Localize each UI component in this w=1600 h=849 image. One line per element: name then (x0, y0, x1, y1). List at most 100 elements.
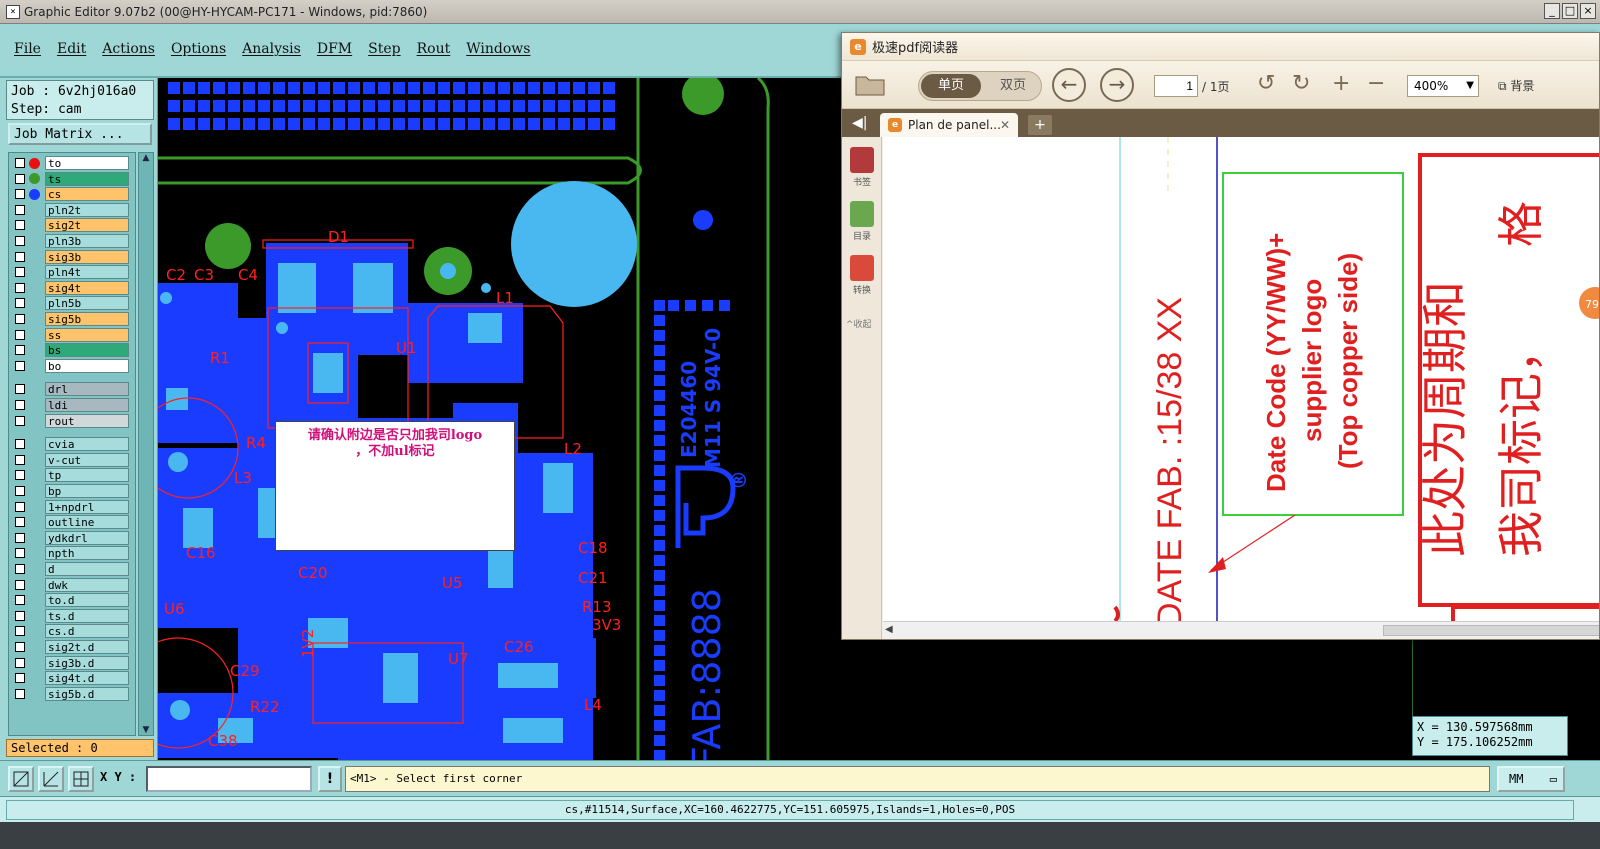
minimize-button[interactable]: _ (1544, 3, 1560, 19)
layer-checkbox[interactable] (15, 173, 25, 184)
layer-row-pln3b[interactable]: pln3b (11, 234, 133, 248)
document-tab[interactable]: e Plan de panel... ✕ (880, 113, 1018, 137)
layer-checkbox[interactable] (15, 642, 25, 652)
scroll-down-icon[interactable]: ▼ (140, 725, 152, 735)
layer-checkbox[interactable] (15, 673, 25, 684)
layer-row-v-cut[interactable]: v-cut (11, 452, 133, 467)
layer-checkbox[interactable] (15, 610, 25, 621)
layer-name[interactable]: outline (45, 515, 129, 530)
new-tab-button[interactable]: + (1028, 115, 1052, 135)
layer-checkbox[interactable] (15, 251, 25, 262)
page-number-input[interactable] (1154, 75, 1198, 97)
layer-row-sig2t.d[interactable]: sig2t.d (11, 640, 133, 654)
pdf-horizontal-scrollbar[interactable]: ◀ (883, 621, 1599, 639)
layer-checkbox[interactable] (15, 517, 25, 528)
rotate-right-icon[interactable]: ↻ (1292, 73, 1310, 95)
layer-row-bp[interactable]: bp (11, 484, 133, 498)
layer-row-sig2t[interactable]: sig2t (11, 218, 133, 233)
layer-row-tp[interactable]: tp (11, 468, 133, 483)
single-page-button[interactable]: 单页 (921, 74, 981, 98)
menu-windows[interactable]: Windows (466, 41, 530, 57)
layer-row-ydkdrl[interactable]: ydkdrl (11, 530, 133, 545)
rotate-left-icon[interactable]: ↺ (1257, 73, 1275, 95)
layer-checkbox[interactable] (15, 384, 25, 395)
tab-close-icon[interactable]: ✕ (1000, 113, 1010, 137)
scroll-thumb[interactable] (1383, 625, 1599, 636)
layer-name[interactable]: cs (45, 187, 129, 202)
bookmarks-button[interactable]: 书签 (846, 147, 878, 188)
layer-checkbox[interactable] (15, 329, 25, 340)
layer-row-1+npdrl[interactable]: 1+npdrl (11, 499, 133, 514)
measure-tool-button[interactable] (38, 766, 64, 792)
layer-name[interactable]: pln5b (45, 296, 129, 311)
menu-dfm[interactable]: DFM (317, 41, 352, 57)
layer-name[interactable]: drl (45, 382, 129, 397)
menu-file[interactable]: File (14, 41, 41, 57)
layer-row-rout[interactable]: rout (11, 413, 133, 428)
layer-row-ss[interactable]: ss (11, 327, 133, 342)
menu-options[interactable]: Options (171, 41, 226, 57)
layer-row-pln5b[interactable]: pln5b (11, 296, 133, 311)
layer-name[interactable]: sig4t (45, 280, 129, 295)
layer-checkbox[interactable] (15, 267, 25, 278)
layer-checkbox[interactable] (15, 470, 25, 481)
layer-name[interactable]: cvia (45, 437, 129, 452)
layer-row-sig3b.d[interactable]: sig3b.d (11, 655, 133, 670)
layer-name[interactable]: ldi (45, 398, 129, 412)
layer-row-cs[interactable]: cs (11, 187, 133, 202)
layer-name[interactable]: to (45, 156, 129, 170)
layer-row-sig4t[interactable]: sig4t (11, 280, 133, 295)
double-page-button[interactable]: 双页 (985, 74, 1041, 98)
layer-name[interactable]: bp (45, 484, 129, 498)
layer-row-bo[interactable]: bo (11, 358, 133, 373)
layer-checkbox[interactable] (15, 236, 25, 246)
layer-name[interactable]: bs (45, 343, 129, 358)
menu-step[interactable]: Step (368, 41, 400, 57)
layer-name[interactable]: rout (45, 413, 129, 428)
layer-row-sig3b[interactable]: sig3b (11, 249, 133, 264)
layer-name[interactable]: 1+npdrl (45, 499, 129, 514)
layer-checkbox[interactable] (15, 657, 25, 668)
layer-checkbox[interactable] (15, 595, 25, 606)
menu-rout[interactable]: Rout (417, 41, 451, 57)
layer-checkbox[interactable] (15, 501, 25, 512)
layer-name[interactable]: dwk (45, 577, 129, 592)
convert-button[interactable]: 转换 (846, 255, 878, 296)
layer-checkbox[interactable] (15, 486, 25, 496)
layer-name[interactable]: pln2t (45, 202, 129, 217)
layer-row-dwk[interactable]: dwk (11, 577, 133, 592)
layer-name[interactable]: sig5b (45, 312, 129, 326)
layer-checkbox[interactable] (15, 314, 25, 324)
layer-scrollbar[interactable]: ▲ ▼ (138, 152, 154, 736)
layer-row-ldi[interactable]: ldi (11, 398, 133, 412)
units-selector[interactable]: MM ▭ (1497, 766, 1565, 792)
zoom-select[interactable]: 400% ▼ (1407, 75, 1479, 97)
layer-name[interactable]: d (45, 562, 129, 576)
layer-checkbox[interactable] (15, 189, 25, 200)
layer-name[interactable]: pln3b (45, 234, 129, 248)
scroll-left-icon[interactable]: ◀ (885, 624, 893, 635)
background-button[interactable]: ⧉ 背景 (1498, 77, 1534, 94)
warning-button[interactable]: ! (318, 766, 342, 792)
layer-name[interactable]: ydkdrl (45, 530, 129, 545)
maximize-button[interactable]: □ (1562, 3, 1578, 19)
zoom-in-icon[interactable]: + (1332, 73, 1350, 95)
layer-name[interactable]: pln4t (45, 265, 129, 280)
menu-actions[interactable]: Actions (102, 41, 155, 57)
layer-checkbox[interactable] (15, 345, 25, 356)
layer-checkbox[interactable] (15, 454, 25, 465)
zoom-out-icon[interactable]: − (1367, 73, 1385, 95)
menu-analysis[interactable]: Analysis (242, 41, 301, 57)
layer-name[interactable]: npth (45, 546, 129, 561)
layer-row-pln2t[interactable]: pln2t (11, 202, 133, 217)
prev-page-icon[interactable]: ← (1052, 68, 1086, 102)
pdf-page-view[interactable]: DATE FAB. :15/38 XX Date Code (YY/WW)+ s… (883, 137, 1599, 621)
layer-row-pln4t[interactable]: pln4t (11, 265, 133, 280)
contents-button[interactable]: 目录 (846, 201, 878, 242)
snap-tool-button[interactable] (8, 766, 34, 792)
layer-row-bs[interactable]: bs (11, 343, 133, 358)
layer-checkbox[interactable] (15, 204, 25, 215)
job-matrix-button[interactable]: Job Matrix ... (8, 123, 152, 145)
layer-name[interactable]: bo (45, 358, 129, 373)
layer-row-drl[interactable]: drl (11, 382, 133, 397)
